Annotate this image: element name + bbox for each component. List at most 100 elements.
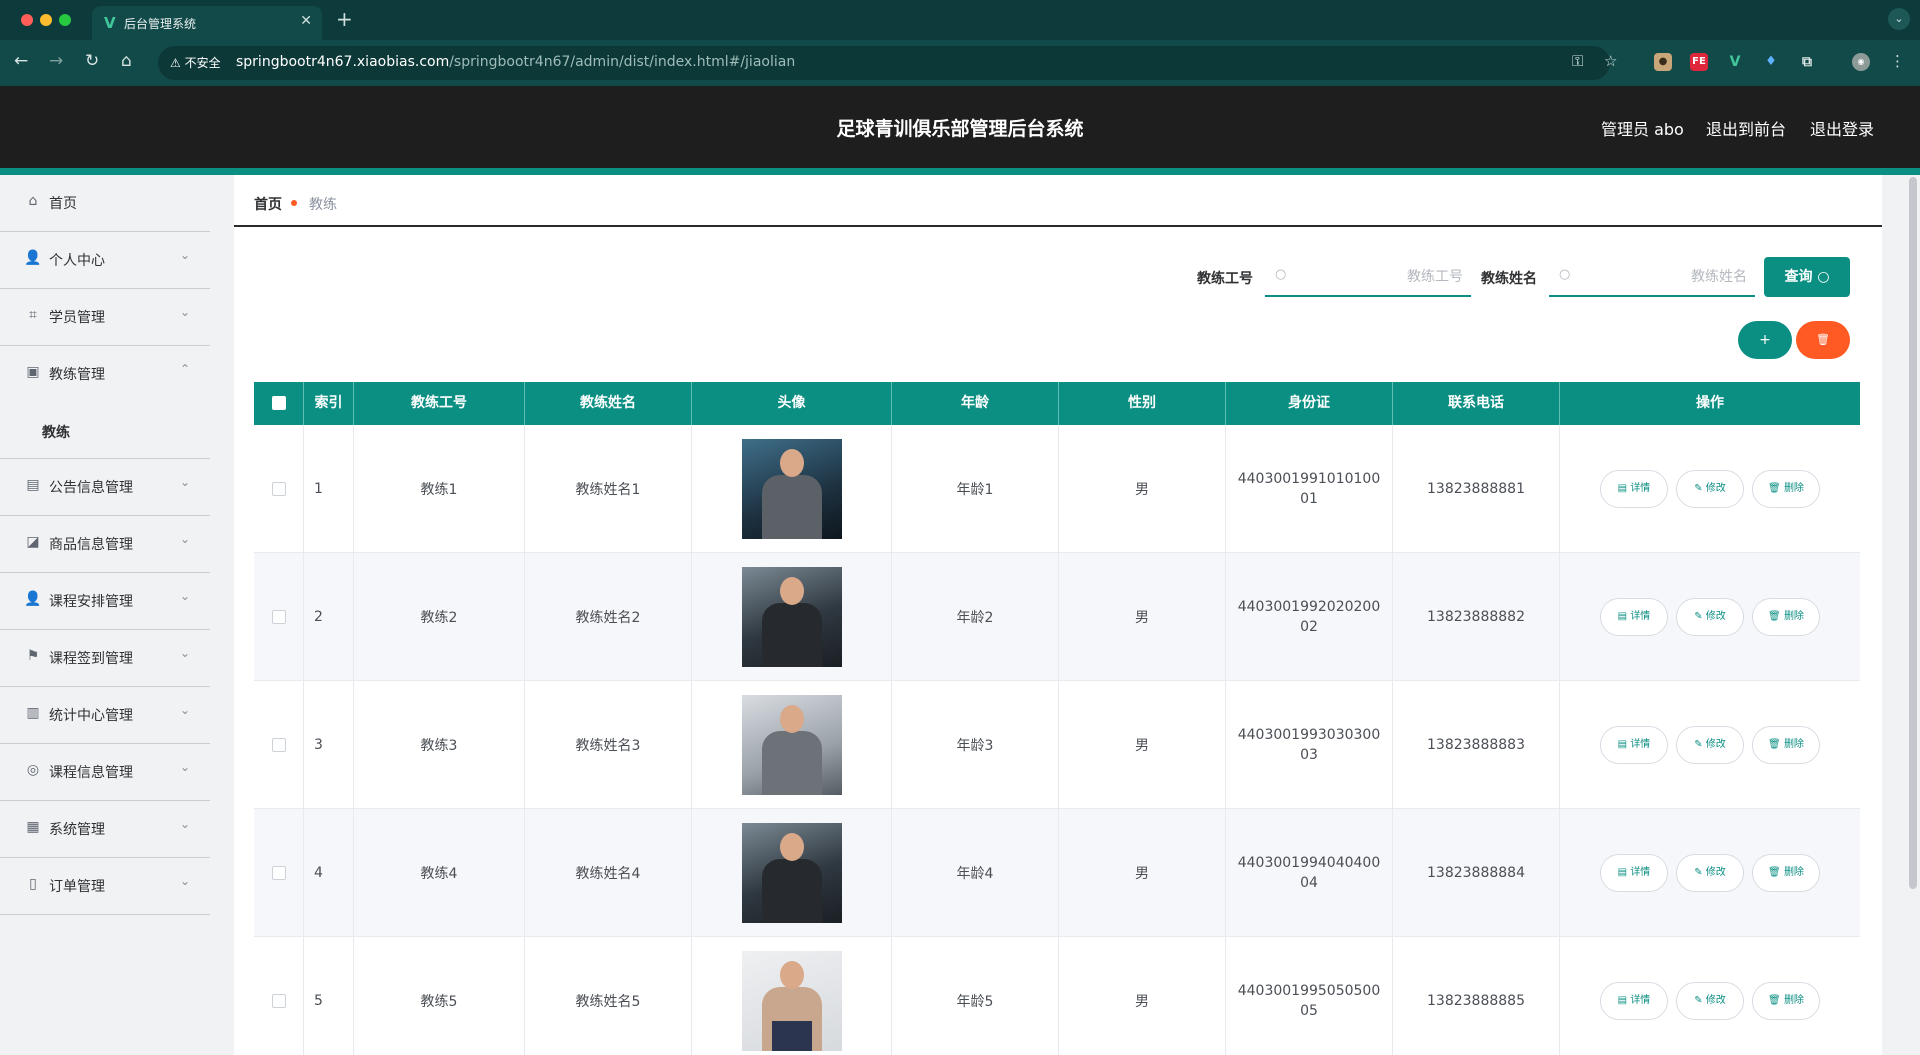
more-icon[interactable]: ⋮ — [1890, 52, 1905, 70]
sidebar-item-home[interactable]: ⌂ 首页 — [0, 175, 210, 232]
row-checkbox[interactable] — [271, 994, 286, 1008]
row-checkbox-cell[interactable] — [254, 937, 304, 1055]
trash-icon: 🗑 — [1768, 995, 1781, 1006]
delete-button[interactable]: 🗑 删除 — [1752, 726, 1820, 764]
gender-cell: 男 — [1059, 553, 1226, 681]
reload-icon[interactable]: ↻ — [85, 51, 99, 71]
clipboard-icon: ▦ — [26, 819, 40, 835]
edit-icon: ✎ — [1694, 867, 1703, 878]
pin-extension-icon[interactable]: ♦ — [1762, 53, 1780, 71]
maximize-window-button[interactable] — [59, 14, 71, 26]
actions-cell: ▤ 详情 ✎ 修改 🗑 删除 — [1560, 809, 1860, 937]
forward-icon[interactable]: → — [49, 51, 63, 71]
scrollbar-thumb[interactable] — [1909, 177, 1917, 889]
row-checkbox[interactable] — [271, 738, 286, 752]
name-cell: 教练姓名2 — [525, 553, 692, 681]
index-cell: 4 — [304, 809, 354, 937]
puzzle-icon[interactable]: ⧉ — [1798, 53, 1816, 71]
back-icon[interactable]: ← — [14, 51, 28, 71]
index-cell: 3 — [304, 681, 354, 809]
chevron-down-icon[interactable]: ⌄ — [1888, 8, 1910, 30]
extension-icon[interactable]: ● — [1654, 53, 1672, 71]
batch-delete-button[interactable]: 🗑 — [1796, 321, 1850, 359]
profile-avatar[interactable]: ◉ — [1852, 53, 1870, 71]
index-cell: 1 — [304, 425, 354, 553]
notice-icon: ▤ — [26, 477, 40, 493]
breadcrumb-home[interactable]: 首页 — [254, 194, 282, 214]
row-checkbox-cell[interactable] — [254, 681, 304, 809]
edit-button[interactable]: ✎ 修改 — [1676, 598, 1744, 636]
edit-button[interactable]: ✎ 修改 — [1676, 470, 1744, 508]
row-checkbox[interactable] — [271, 866, 286, 880]
sidebar-item-notice[interactable]: ▤ 公告信息管理 ⌄ — [0, 459, 210, 516]
breadcrumb-separator — [291, 200, 297, 206]
gender-cell: 男 — [1059, 809, 1226, 937]
name-cell: 教练姓名5 — [525, 937, 692, 1055]
sidebar-item-checkin[interactable]: ⚑ 课程签到管理 ⌄ — [0, 630, 210, 687]
idcard-cell: 440300199505050005 — [1226, 937, 1393, 1055]
edit-button[interactable]: ✎ 修改 — [1676, 982, 1744, 1020]
edit-button[interactable]: ✎ 修改 — [1676, 726, 1744, 764]
sidebar-item-personal[interactable]: 👤 个人中心 ⌄ — [0, 232, 210, 289]
delete-button[interactable]: 🗑 删除 — [1752, 854, 1820, 892]
sidebar-item-orders[interactable]: ▯ 订单管理 ⌄ — [0, 858, 210, 915]
sidebar-item-course[interactable]: ◎ 课程信息管理 ⌄ — [0, 744, 210, 801]
search-name-input[interactable] — [1579, 265, 1747, 289]
select-all-checkbox-cell[interactable] — [254, 382, 304, 425]
insecure-badge[interactable]: ⚠ 不安全 — [166, 53, 225, 73]
exit-front-link[interactable]: 退出到前台 — [1706, 116, 1786, 140]
logout-link[interactable]: 退出登录 — [1810, 116, 1874, 140]
coach-avatar — [741, 695, 842, 795]
row-checkbox-cell[interactable] — [254, 425, 304, 553]
row-checkbox-cell[interactable] — [254, 553, 304, 681]
search-code-input[interactable] — [1295, 265, 1463, 289]
delete-button[interactable]: 🗑 删除 — [1752, 598, 1820, 636]
sidebar-subitem-coach[interactable]: 教练 — [0, 403, 210, 459]
minimize-window-button[interactable] — [40, 14, 52, 26]
user-icon: 👤 — [24, 250, 42, 266]
edit-button[interactable]: ✎ 修改 — [1676, 854, 1744, 892]
code-cell: 教练2 — [354, 553, 525, 681]
coach-avatar — [741, 823, 842, 923]
new-tab-icon[interactable]: + — [336, 7, 353, 31]
delete-button[interactable]: 🗑 删除 — [1752, 470, 1820, 508]
idcard-cell: 440300199101010001 — [1226, 425, 1393, 553]
detail-button[interactable]: ▤ 详情 — [1600, 470, 1668, 508]
sidebar-item-schedule[interactable]: 👤 课程安排管理 ⌄ — [0, 573, 210, 630]
delete-button[interactable]: 🗑 删除 — [1752, 982, 1820, 1020]
column-header: 索引 — [304, 382, 354, 425]
edit-icon: ✎ — [1694, 483, 1703, 494]
fe-extension-icon[interactable]: FE — [1690, 53, 1708, 71]
sidebar-item-students[interactable]: ⌗ 学员管理 ⌄ — [0, 289, 210, 346]
document-icon: ▤ — [1617, 867, 1628, 878]
key-icon[interactable]: ⚿ — [1572, 52, 1583, 70]
query-button[interactable]: 查询 ○ — [1764, 257, 1850, 297]
detail-button[interactable]: ▤ 详情 — [1600, 598, 1668, 636]
home-icon[interactable]: ⌂ — [121, 51, 132, 71]
avatar-cell — [692, 553, 892, 681]
close-window-button[interactable] — [21, 14, 33, 26]
column-header: 操作 — [1696, 395, 1724, 411]
detail-button[interactable]: ▤ 详情 — [1600, 726, 1668, 764]
browser-tab[interactable]: V 后台管理系统 ✕ — [92, 6, 322, 40]
close-icon[interactable]: ✕ — [300, 13, 312, 29]
star-icon[interactable]: ☆ — [1604, 52, 1617, 70]
sidebar-item-coaches[interactable]: ▣ 教练管理 ⌃ — [0, 346, 210, 403]
edit-icon: ✎ — [1694, 739, 1703, 750]
row-checkbox-cell[interactable] — [254, 809, 304, 937]
row-checkbox[interactable] — [271, 482, 286, 496]
sidebar-item-system[interactable]: ▦ 系统管理 ⌄ — [0, 801, 210, 858]
row-checkbox[interactable] — [271, 610, 286, 624]
add-button[interactable]: + — [1738, 321, 1792, 359]
sidebar-item-stats[interactable]: ▥ 统计中心管理 ⌄ — [0, 687, 210, 744]
vue-devtools-icon[interactable]: V — [1726, 53, 1744, 71]
sidebar-item-goods[interactable]: ◪ 商品信息管理 ⌄ — [0, 516, 210, 573]
sidebar: ⌂ 首页 👤 个人中心 ⌄ ⌗ 学员管理 ⌄ ▣ 教练管理 ⌃ 教练 ▤ 公告信… — [0, 175, 210, 1055]
table-row: 2 教练2 教练姓名2 年龄2 男 440300199202020002 138… — [254, 553, 1860, 681]
detail-button[interactable]: ▤ 详情 — [1600, 982, 1668, 1020]
page-scrollbar[interactable] — [1906, 175, 1920, 1055]
trash-icon: 🗑 — [1768, 483, 1781, 494]
select-all-checkbox[interactable] — [271, 396, 286, 410]
detail-button[interactable]: ▤ 详情 — [1600, 854, 1668, 892]
coach-avatar — [741, 951, 842, 1051]
